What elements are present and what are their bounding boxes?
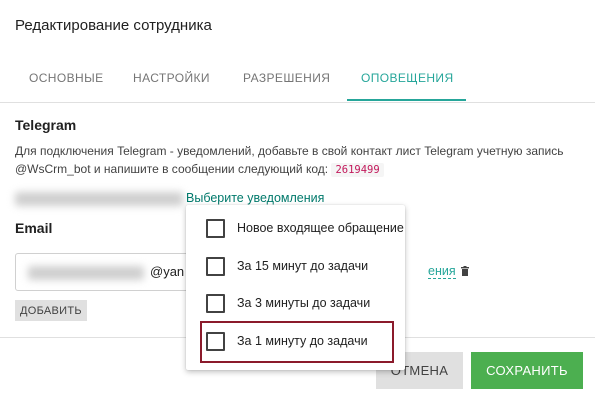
trash-icon[interactable] — [461, 266, 469, 276]
blurred-telegram-contact — [15, 192, 183, 206]
checkbox[interactable] — [206, 257, 225, 276]
active-tab-indicator — [347, 99, 466, 101]
telegram-code: 2619499 — [331, 163, 384, 177]
email-domain-text: @yan — [150, 264, 185, 279]
dropdown-item-new-request[interactable]: Новое входящее обращение — [186, 209, 405, 246]
tab-settings[interactable]: НАСТРОЙКИ — [133, 71, 210, 85]
email-notifications-link[interactable]: ения — [428, 264, 456, 279]
email-field[interactable]: @yan — [15, 253, 190, 291]
telegram-description-text: Для подключения Telegram - уведомлений, … — [15, 144, 564, 176]
email-heading: Email — [15, 220, 53, 236]
save-button[interactable]: СОХРАНИТЬ — [471, 352, 583, 389]
dropdown-item-3-min[interactable]: За 3 минуты до задачи — [186, 284, 405, 321]
tab-permissions[interactable]: РАЗРЕШЕНИЯ — [243, 71, 330, 85]
tab-basic[interactable]: ОСНОВНЫЕ — [29, 71, 104, 85]
checkbox[interactable] — [206, 219, 225, 238]
blurred-email-local-part — [28, 266, 144, 280]
tab-bar: ОСНОВНЫЕ НАСТРОЙКИ РАЗРЕШЕНИЯ ОПОВЕЩЕНИЯ — [0, 62, 595, 103]
checkbox[interactable] — [206, 294, 225, 313]
dropdown-item-label: За 3 минуты до задачи — [237, 296, 371, 310]
highlight-frame — [200, 321, 394, 363]
tab-notifications[interactable]: ОПОВЕЩЕНИЯ — [361, 71, 454, 85]
dropdown-item-15-min[interactable]: За 15 минут до задачи — [186, 247, 405, 284]
telegram-heading: Telegram — [15, 117, 77, 133]
dropdown-item-label: Новое входящее обращение — [237, 221, 404, 235]
dialog-title: Редактирование сотрудника — [15, 17, 212, 34]
dropdown-item-label: За 15 минут до задачи — [237, 259, 369, 273]
add-email-button[interactable]: ДОБАВИТЬ — [15, 300, 87, 321]
choose-notifications-link[interactable]: Выберите уведомления — [186, 191, 324, 205]
telegram-description: Для подключения Telegram - уведомлений, … — [15, 142, 585, 179]
